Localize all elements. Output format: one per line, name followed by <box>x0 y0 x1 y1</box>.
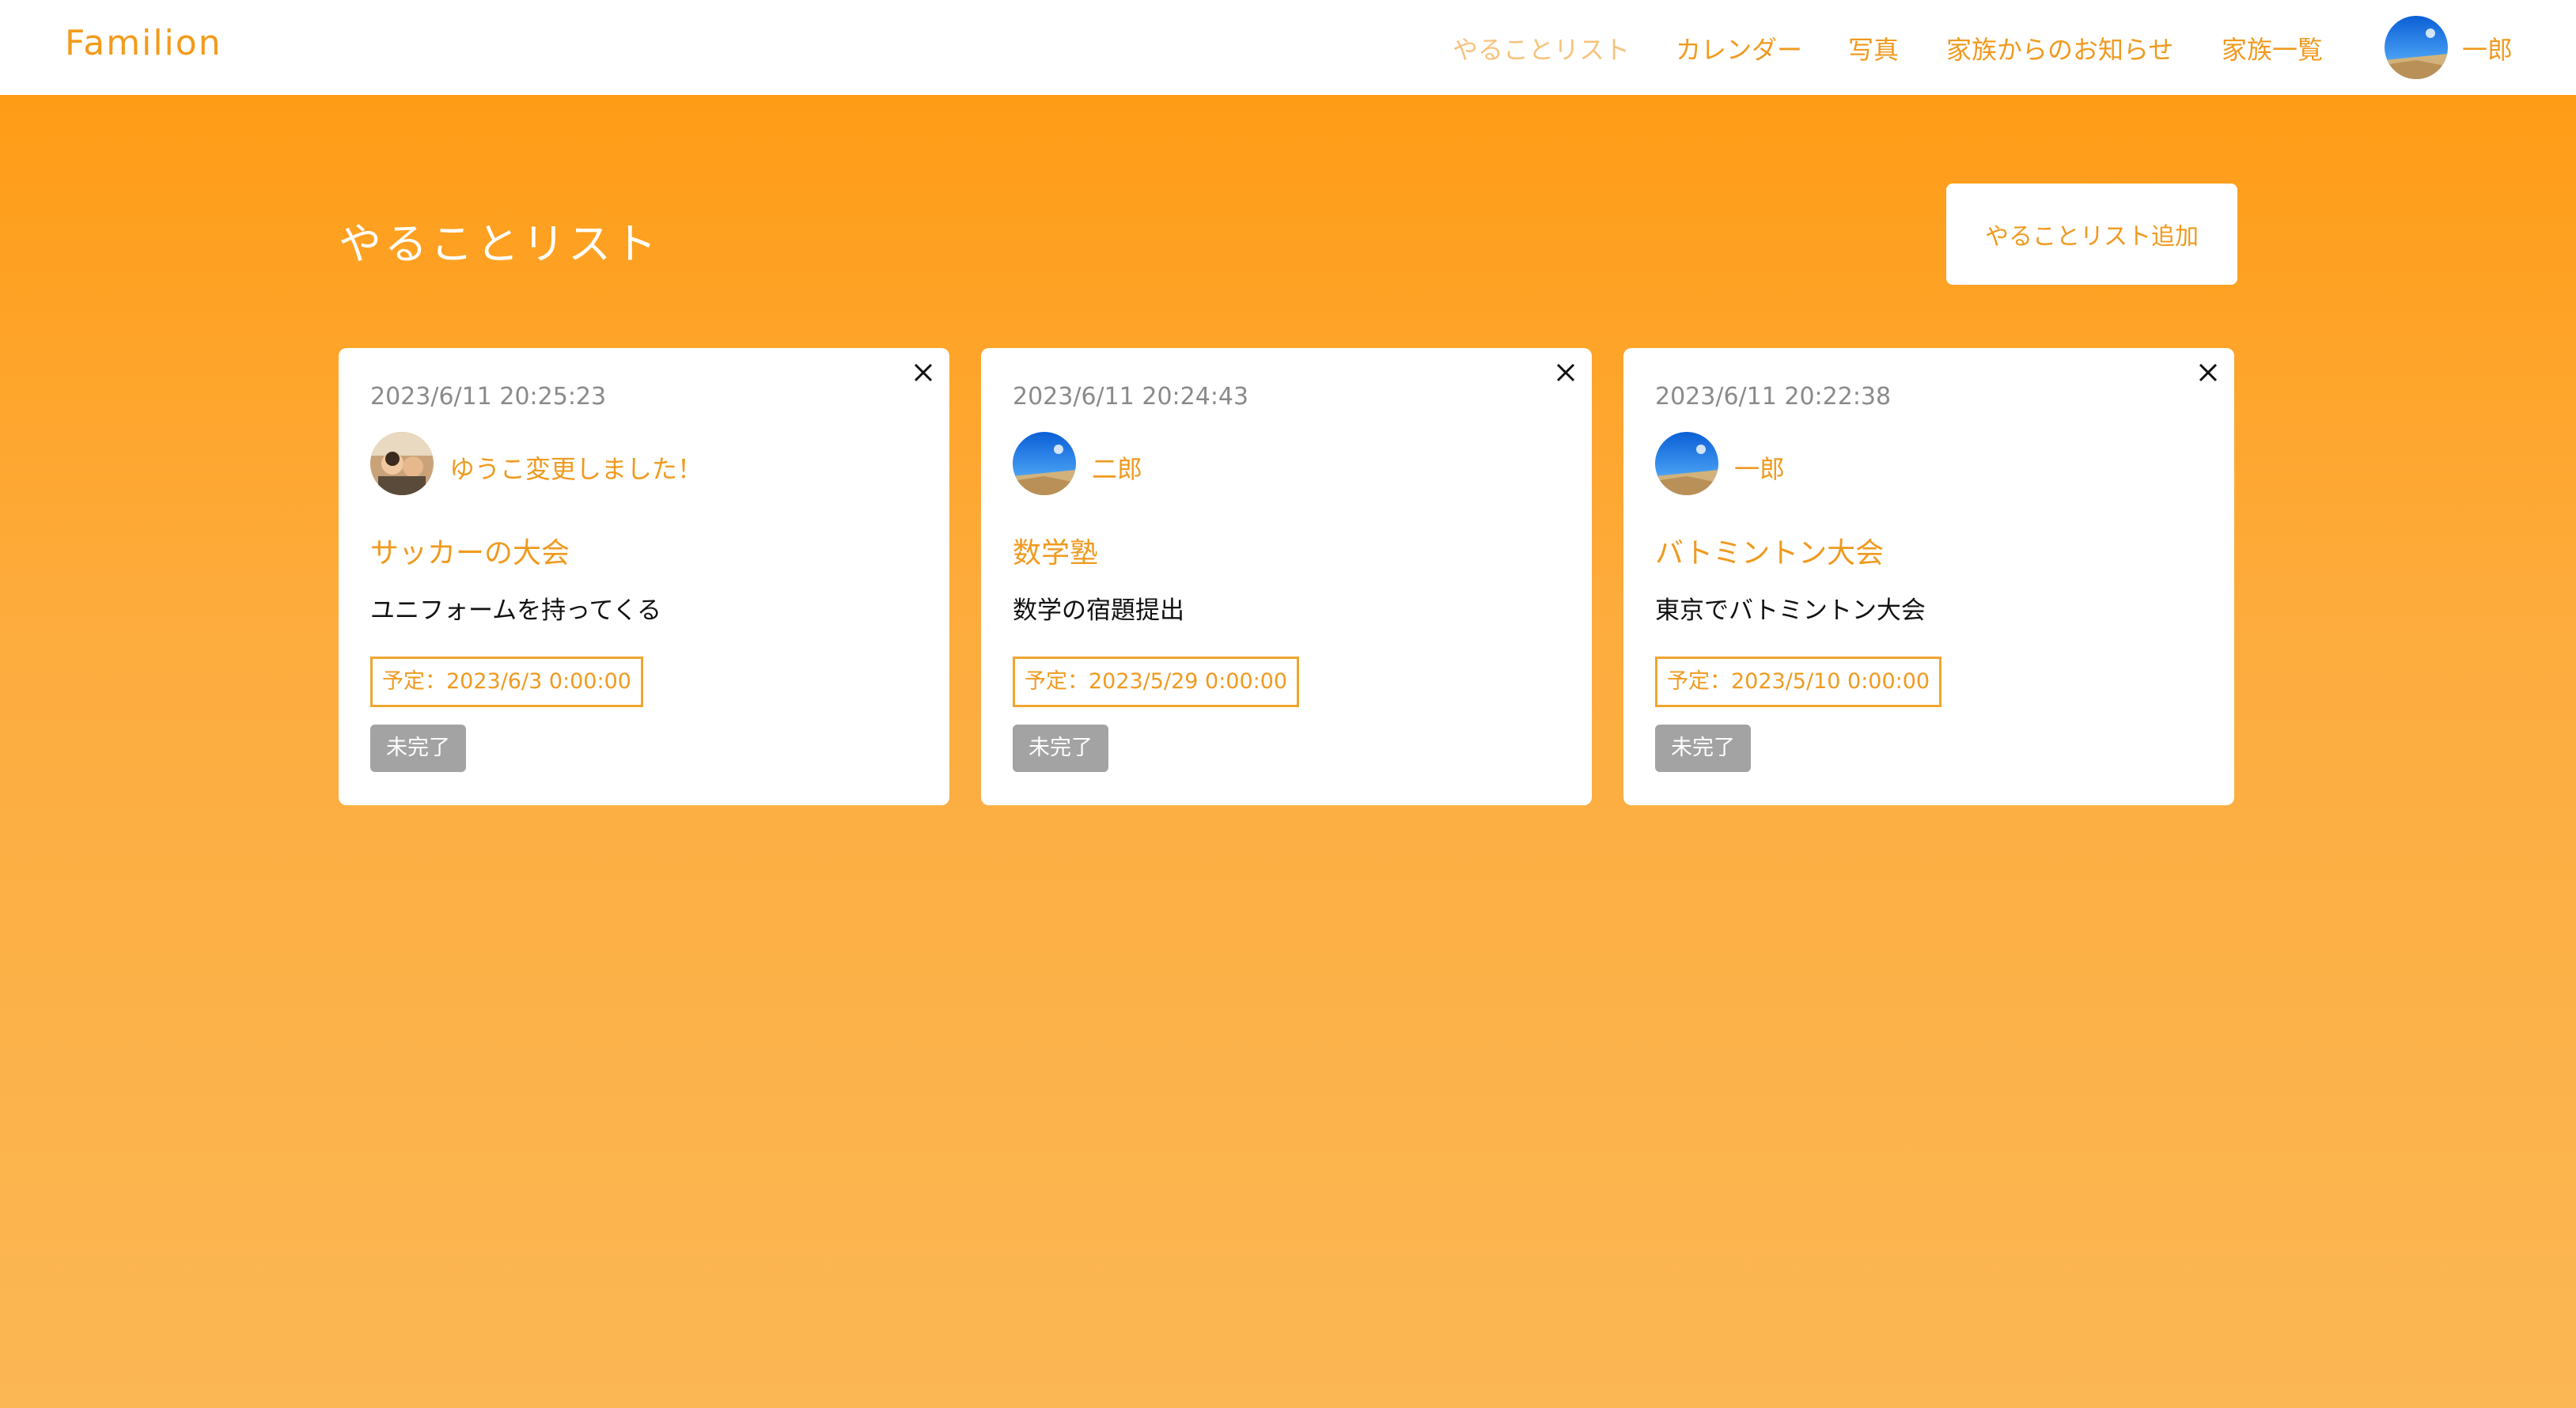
nav-item-family-news[interactable]: 家族からのお知らせ <box>1946 30 2173 66</box>
close-icon[interactable] <box>2195 359 2222 386</box>
todo-created-at: 2023/6/11 20:22:38 <box>1655 383 1892 411</box>
todo-created-at: 2023/6/11 20:24:43 <box>1013 383 1249 411</box>
status-badge[interactable]: 未完了 <box>370 725 466 772</box>
close-icon[interactable] <box>1552 359 1579 386</box>
nav-user-name[interactable]: 一郎 <box>2462 30 2513 66</box>
due-date-badge: 予定：2023/5/10 0:00:00 <box>1655 657 1942 707</box>
due-date-badge: 予定：2023/5/29 0:00:00 <box>1013 657 1300 707</box>
todo-user-name: 一郎 <box>1734 454 1786 484</box>
todo-created-at: 2023/6/11 20:25:23 <box>370 383 607 411</box>
user-avatar[interactable] <box>2385 16 2448 79</box>
todo-description: 東京でバトミントン大会 <box>1655 596 1926 625</box>
nav-item-todo-list[interactable]: やることリスト <box>1453 30 1630 66</box>
avatar <box>370 432 434 495</box>
status-badge[interactable]: 未完了 <box>1013 725 1108 772</box>
due-date-badge: 予定：2023/6/3 0:00:00 <box>370 657 643 707</box>
todo-user-name: 二郎 <box>1092 454 1143 484</box>
nav-item-photos[interactable]: 写真 <box>1848 30 1899 66</box>
nav-item-family-list[interactable]: 家族一覧 <box>2222 30 2323 66</box>
todo-card: 2023/6/11 20:25:23 ゆうこ変更しました！ サッカーの大会 ユニ… <box>339 348 949 805</box>
avatar <box>1013 432 1076 495</box>
todo-card: 2023/6/11 20:22:38 一郎 バトミントン大会 東京でバトミントン… <box>1623 348 2234 805</box>
status-badge[interactable]: 未完了 <box>1655 725 1751 772</box>
family-photo-icon <box>370 432 434 495</box>
add-todo-button[interactable]: やることリスト追加 <box>1946 184 2237 285</box>
todo-user-name: ゆうこ変更しました！ <box>449 454 703 484</box>
main-content: やることリスト やることリスト追加 2023/6/11 20:25:23 ゆうこ… <box>0 95 2576 1408</box>
brand-logo[interactable]: Familion <box>65 23 222 63</box>
close-icon[interactable] <box>910 359 937 386</box>
todo-title: サッカーの大会 <box>370 537 570 570</box>
navbar: Familion やることリスト カレンダー 写真 家族からのお知らせ 家族一覧… <box>0 0 2576 95</box>
todo-title: バトミントン大会 <box>1655 537 1885 570</box>
nav-item-calendar[interactable]: カレンダー <box>1676 30 1802 66</box>
sky-photo-icon <box>1013 432 1076 495</box>
sky-photo-icon <box>1655 432 1718 495</box>
todo-card: 2023/6/11 20:24:43 二郎 数学塾 数学の宿題提出 予定：202… <box>981 348 1592 805</box>
sky-photo-icon <box>2385 16 2448 79</box>
todo-title: 数学塾 <box>1013 537 1099 570</box>
todo-description: 数学の宿題提出 <box>1013 596 1184 625</box>
avatar <box>1655 432 1718 495</box>
page-title: やることリスト <box>339 219 660 269</box>
todo-description: ユニフォームを持ってくる <box>370 596 661 625</box>
